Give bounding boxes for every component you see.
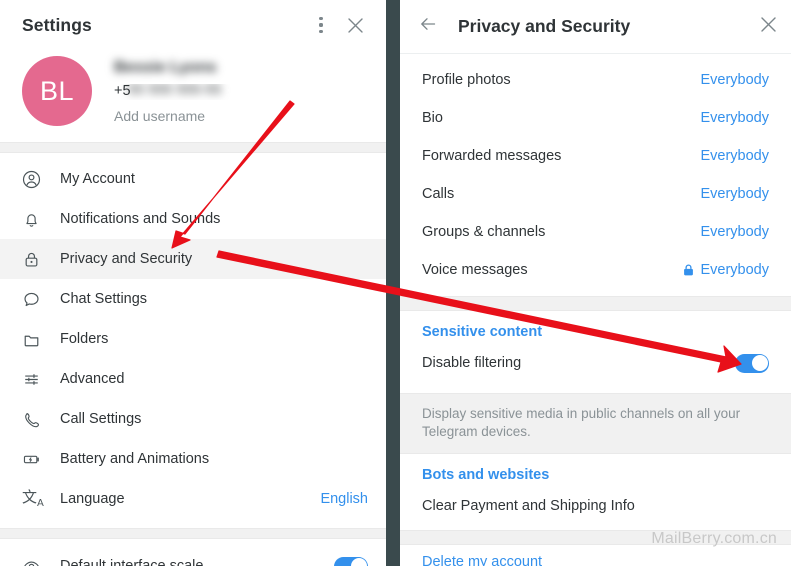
sidebar-item-battery-and-animations[interactable]: Battery and Animations (0, 439, 386, 479)
delete-my-account-row[interactable]: Delete my account (400, 545, 791, 566)
sensitive-content-description: Display sensitive media in public channe… (400, 393, 791, 454)
privacy-row-forwarded-messages[interactable]: Forwarded messages Everybody (400, 137, 791, 175)
privacy-row-voice-messages[interactable]: Voice messages Everybody (400, 251, 791, 289)
chat-bubble-icon (22, 290, 50, 309)
row-label: Forwarded messages (422, 148, 562, 164)
bell-icon (22, 210, 50, 229)
kebab-menu-icon[interactable] (304, 8, 338, 42)
sidebar-item-label: Advanced (60, 371, 125, 387)
section-title-sensitive-content: Sensitive content (422, 324, 543, 340)
eye-icon (22, 557, 50, 566)
profile-name: Bessie Lyons (114, 59, 217, 75)
privacy-row-calls[interactable]: Calls Everybody (400, 175, 791, 213)
close-icon[interactable] (338, 8, 372, 42)
detail-header: Privacy and Security (400, 0, 791, 54)
sidebar-item-default-interface-scale[interactable]: Default interface scale (0, 546, 386, 566)
lock-icon (22, 250, 50, 269)
privacy-rows: Profile photos Everybody Bio Everybody F… (400, 54, 791, 289)
sidebar-item-advanced[interactable]: Advanced (0, 359, 386, 399)
section-divider (0, 528, 386, 539)
row-label: Bio (422, 110, 443, 126)
app-window: Settings BL Bessie Lyons +5 55 555 555-5… (0, 0, 791, 566)
profile-phone-redacted: 55 555 555-55 (128, 83, 222, 98)
sliders-icon (22, 370, 50, 389)
settings-menu: My Account Notifications and Sounds Priv… (0, 153, 386, 519)
sidebar-item-language[interactable]: 文A Language English (0, 479, 386, 519)
battery-icon (22, 450, 50, 469)
row-label: Voice messages (422, 262, 528, 278)
privacy-row-bio[interactable]: Bio Everybody (400, 99, 791, 137)
language-value[interactable]: English (320, 491, 368, 507)
sidebar-item-label: Notifications and Sounds (60, 211, 221, 227)
close-icon[interactable] (760, 16, 777, 38)
row-label: Groups & channels (422, 224, 546, 240)
row-label: Clear Payment and Shipping Info (422, 498, 635, 514)
sidebar-item-chat-settings[interactable]: Chat Settings (0, 279, 386, 319)
sidebar-item-label: Battery and Animations (60, 451, 210, 467)
clear-payment-and-shipping-info-row[interactable]: Clear Payment and Shipping Info (400, 487, 791, 525)
row-value[interactable]: Everybody (700, 72, 769, 88)
privacy-row-groups-and-channels[interactable]: Groups & channels Everybody (400, 213, 791, 251)
translate-icon: 文A (22, 487, 44, 509)
privacy-and-security-panel: Privacy and Security Profile photos Ever… (400, 0, 791, 566)
disable-filtering-row[interactable]: Disable filtering (400, 340, 791, 382)
profile-summary[interactable]: BL Bessie Lyons +5 55 555 555-55 Add use… (0, 50, 386, 142)
row-value[interactable]: Everybody (700, 148, 769, 164)
sidebar-item-label: Privacy and Security (60, 251, 193, 267)
avatar: BL (22, 56, 92, 126)
sidebar-item-label: Chat Settings (60, 291, 148, 307)
default-interface-scale-toggle[interactable] (334, 556, 368, 566)
section-divider (400, 296, 791, 311)
detail-title: Privacy and Security (458, 16, 631, 36)
sidebar-item-label: Language (60, 491, 125, 507)
row-label: Disable filtering (422, 355, 522, 371)
settings-panel: Settings BL Bessie Lyons +5 55 555 555-5… (0, 0, 386, 566)
sidebar-item-notifications[interactable]: Notifications and Sounds (0, 199, 386, 239)
settings-header: Settings (0, 0, 386, 50)
watermark: MailBerry.com.cn (651, 530, 777, 547)
row-label: Calls (422, 186, 455, 202)
sidebar-item-privacy-and-security[interactable]: Privacy and Security (0, 239, 386, 279)
sidebar-item-label: Folders (60, 331, 109, 347)
row-value[interactable]: Everybody (700, 224, 769, 240)
sidebar-item-my-account[interactable]: My Account (0, 159, 386, 199)
sidebar-item-label: Default interface scale (60, 558, 204, 566)
row-value[interactable]: Everybody (700, 186, 769, 202)
add-username-link[interactable]: Add username (114, 109, 252, 123)
sidebar-item-folders[interactable]: Folders (0, 319, 386, 359)
account-circle-icon (22, 170, 50, 189)
row-label: Profile photos (422, 72, 511, 88)
premium-lock-icon (683, 264, 694, 276)
section-title-bots-and-websites: Bots and websites (422, 467, 550, 483)
phone-icon (22, 410, 50, 429)
section-divider (0, 142, 386, 153)
row-value[interactable]: Everybody (700, 110, 769, 126)
back-arrow-icon[interactable] (418, 14, 438, 39)
sidebar-item-label: My Account (60, 171, 135, 187)
sidebar-item-call-settings[interactable]: Call Settings (0, 399, 386, 439)
disable-filtering-toggle[interactable] (735, 353, 769, 373)
folder-icon (22, 330, 50, 349)
sidebar-item-label: Call Settings (60, 411, 142, 427)
page-title: Settings (22, 14, 92, 35)
profile-phone: +5 55 555 555-55 (114, 84, 252, 100)
row-value: Everybody (700, 262, 769, 278)
privacy-row-profile-photos[interactable]: Profile photos Everybody (400, 61, 791, 99)
